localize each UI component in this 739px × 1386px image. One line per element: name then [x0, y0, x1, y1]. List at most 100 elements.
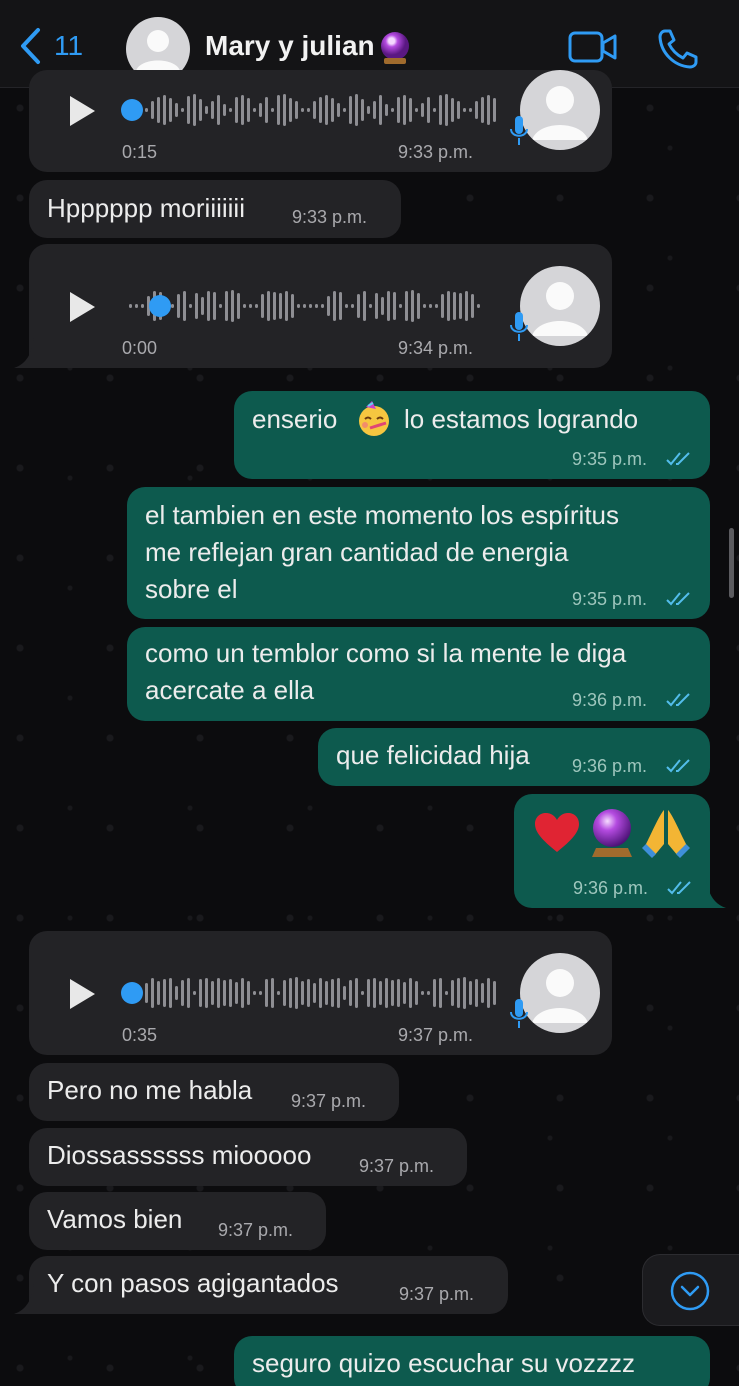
waveform-bar — [391, 980, 394, 1006]
waveform-bar — [451, 98, 454, 122]
message-line: el tambien en este momento los espíritus — [145, 500, 620, 530]
message-text: Pero no me habla — [47, 1075, 253, 1105]
waveform-bar — [421, 103, 424, 117]
play-icon[interactable] — [67, 290, 97, 324]
waveform-bar — [285, 291, 288, 321]
waveform-bar — [181, 108, 184, 112]
waveform-bar — [265, 979, 268, 1007]
person-icon — [532, 282, 588, 336]
waveform-bar — [289, 98, 292, 122]
incoming-message: Vamos bien 9:37 p.m. — [29, 1192, 326, 1250]
waveform-bar — [271, 978, 274, 1008]
waveform-bar — [457, 101, 460, 119]
waveform-bar — [171, 304, 174, 308]
partying-face-icon — [359, 401, 389, 436]
waveform-bar — [411, 290, 414, 322]
voice-waveform[interactable] — [145, 973, 499, 1013]
message-line: me reflejan gran cantidad de energia — [145, 537, 569, 567]
read-receipt-icon — [666, 759, 690, 773]
waveform-bar — [151, 978, 154, 1008]
waveform-bar — [297, 304, 300, 308]
message-time: 9:36 p.m. — [572, 690, 648, 710]
waveform-bar — [295, 977, 298, 1009]
message-time: 9:37 p.m. — [291, 1091, 367, 1111]
folded-hands-icon — [642, 810, 690, 858]
waveform-bar — [247, 98, 250, 122]
waveform-bar — [205, 978, 208, 1008]
outgoing-message: como un temblor como si la mente le diga… — [127, 627, 710, 721]
phone-call-icon[interactable] — [656, 27, 700, 71]
play-icon[interactable] — [67, 94, 97, 128]
scroll-to-bottom-button[interactable] — [642, 1254, 739, 1326]
waveform-bar — [343, 108, 346, 112]
waveform-bar — [439, 978, 442, 1008]
waveform-bar — [279, 293, 282, 319]
waveform-bar — [345, 304, 348, 308]
waveform-bar — [189, 304, 192, 308]
waveform-bar — [453, 292, 456, 320]
playback-position-dot[interactable] — [121, 99, 143, 121]
waveform-bar — [157, 97, 160, 123]
waveform-bar — [217, 978, 220, 1008]
bubble-tail — [14, 338, 40, 368]
waveform-bar — [175, 986, 178, 1000]
voice-waveform[interactable] — [145, 90, 499, 130]
waveform-bar — [271, 108, 274, 112]
waveform-bar — [423, 304, 426, 308]
waveform-bar — [427, 991, 430, 995]
message-line: como un temblor como si la mente le diga — [145, 638, 627, 668]
person-icon — [532, 969, 588, 1023]
waveform-bar — [235, 982, 238, 1004]
waveform-bar — [391, 108, 394, 112]
waveform-bar — [375, 293, 378, 319]
waveform-bar — [273, 292, 276, 320]
waveform-bar — [487, 95, 490, 125]
microphone-icon — [510, 116, 528, 145]
waveform-bar — [439, 95, 442, 125]
waveform-bar — [403, 982, 406, 1004]
message-time: 9:33 p.m. — [292, 207, 368, 227]
outgoing-message: el tambien en este momento los espíritus… — [127, 487, 710, 619]
voice-waveform[interactable] — [129, 286, 483, 326]
waveform-bar — [337, 103, 340, 117]
waveform-bar — [385, 104, 388, 116]
playback-position-dot[interactable] — [121, 982, 143, 1004]
incoming-message: Y con pasos agigantados 9:37 p.m. — [29, 1256, 508, 1314]
waveform-bar — [417, 293, 420, 319]
waveform-bar — [319, 97, 322, 123]
incoming-message: Hpppppp moriiiiiii 9:33 p.m. — [29, 180, 401, 238]
waveform-bar — [361, 99, 364, 121]
waveform-bar — [309, 304, 312, 308]
waveform-bar — [291, 294, 294, 318]
waveform-bar — [247, 981, 250, 1005]
message-text: que felicidad hija — [336, 740, 530, 770]
waveform-bar — [199, 979, 202, 1007]
waveform-bar — [177, 294, 180, 318]
message-time: 9:37 p.m. — [399, 1284, 475, 1304]
crystal-ball-icon — [380, 32, 409, 64]
waveform-bar — [463, 977, 466, 1009]
sender-avatar — [520, 953, 600, 1033]
waveform-bar — [415, 108, 418, 112]
message-time: 9:37 p.m. — [398, 1025, 474, 1045]
waveform-bar — [129, 304, 132, 308]
playback-position-dot[interactable] — [149, 295, 171, 317]
back-button[interactable]: 11 — [18, 26, 98, 66]
waveform-bar — [229, 979, 232, 1007]
chevron-down-circle-icon — [670, 1271, 710, 1311]
waveform-bar — [217, 95, 220, 125]
video-call-icon[interactable] — [568, 30, 618, 64]
scrollbar[interactable] — [729, 528, 734, 598]
play-icon[interactable] — [67, 977, 97, 1011]
waveform-bar — [409, 98, 412, 122]
message-text: Hpppppp moriiiiiii — [47, 193, 245, 223]
waveform-bar — [373, 978, 376, 1008]
message-time: 9:35 p.m. — [572, 589, 648, 609]
message-line: sobre el — [145, 574, 238, 604]
contact-name[interactable]: Mary y julian — [205, 30, 409, 64]
waveform-bar — [241, 978, 244, 1008]
waveform-bar — [367, 979, 370, 1007]
waveform-bar — [441, 294, 444, 318]
waveform-bar — [283, 980, 286, 1006]
microphone-icon — [510, 999, 528, 1028]
